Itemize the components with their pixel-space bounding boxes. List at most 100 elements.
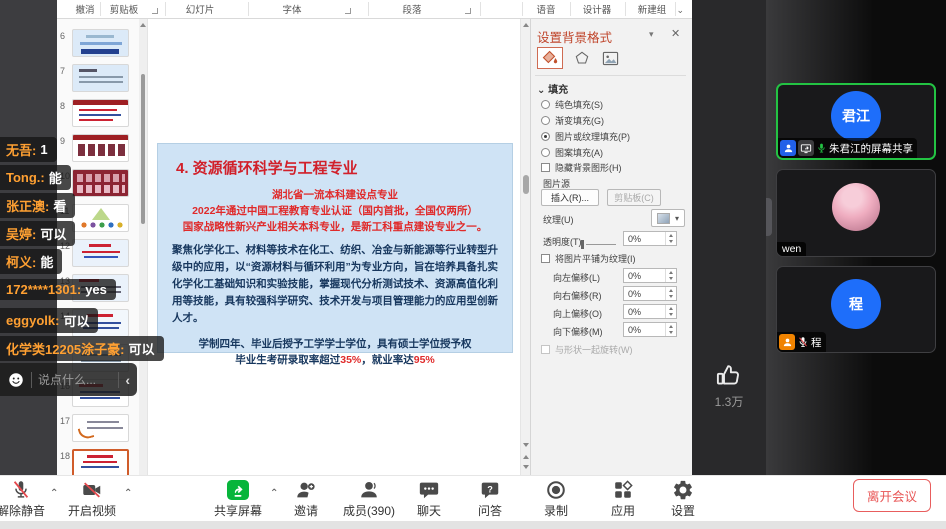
close-icon[interactable]: ✕: [671, 27, 680, 40]
toolbar-members[interactable]: 成员(390): [343, 479, 395, 519]
radio-solid-fill[interactable]: 纯色填充(S): [541, 98, 603, 111]
radio-label: 纯色填充(S): [555, 98, 603, 111]
slide-thumbnail[interactable]: [72, 239, 129, 267]
spinner-icon[interactable]: [665, 305, 676, 318]
radio-picture-fill[interactable]: 图片或纹理填充(P): [541, 130, 630, 143]
paint-bucket-icon: [541, 49, 559, 67]
transparency-slider[interactable]: [581, 240, 617, 249]
chevron-up-icon[interactable]: ⌃: [50, 488, 58, 499]
slide-thumbnail[interactable]: [72, 29, 129, 57]
scroll-up-icon[interactable]: [523, 23, 529, 27]
slide-canvas[interactable]: 4. 资源循环科学与工程专业 湖北省一流本科建设点专业 2022年通过中国工程教…: [148, 19, 520, 475]
fill-section-header[interactable]: ⌄ 填充: [537, 81, 568, 96]
like-widget[interactable]: 1.3万: [697, 362, 761, 410]
toolbar-unmute[interactable]: 解除静音: [0, 479, 45, 519]
previous-slide-icon[interactable]: [523, 455, 529, 459]
mic-muted-icon: [10, 479, 32, 501]
offset-down-input[interactable]: 0%: [623, 322, 677, 337]
screen-share-badge-icon: [798, 140, 814, 156]
offset-right-input[interactable]: 0%: [623, 286, 677, 301]
slide-thumbnail-selected[interactable]: [72, 449, 129, 475]
chevron-up-icon[interactable]: ⌃: [270, 488, 278, 499]
checkbox-hide-background[interactable]: 隐藏背景图形(H): [541, 161, 622, 174]
spinner-icon[interactable]: [665, 232, 676, 245]
leave-meeting-button[interactable]: 离开会议: [853, 479, 931, 512]
toolbar-settings[interactable]: 设置: [671, 479, 695, 519]
record-icon: [545, 479, 567, 501]
radio-label: 渐变填充(G): [555, 114, 604, 127]
chat-message: Tong.:能: [0, 165, 71, 190]
spinner-icon[interactable]: [665, 269, 676, 282]
toolbar-chat[interactable]: 聊天: [417, 479, 441, 519]
slide-footer-line: 学制四年、毕业后授予工学学士学位，具有硕士学位授予权: [172, 336, 498, 352]
toolbar-label: 应用: [611, 502, 635, 519]
question-bubble-icon: ?: [479, 479, 501, 501]
fill-tab[interactable]: [537, 47, 563, 69]
host-badge-icon: [780, 140, 796, 156]
chat-message: 柯义:能: [0, 249, 62, 274]
spinner-icon[interactable]: [665, 323, 676, 336]
offset-up-label: 向上偏移(O): [553, 307, 602, 320]
chat-sender: 化学类12205涂子豪:: [6, 339, 124, 358]
checkbox-label: 与形状一起旋转(W): [555, 343, 633, 356]
sidebar-collapse-handle[interactable]: [766, 198, 772, 236]
participant-tile[interactable]: 程 程: [776, 266, 936, 353]
picture-tab[interactable]: [597, 47, 623, 69]
bottom-edge-strip: [0, 521, 946, 529]
toolbar-invite[interactable]: 邀请: [294, 479, 318, 519]
texture-dropdown[interactable]: ▾: [651, 209, 685, 227]
slide-thumbnail[interactable]: [72, 169, 129, 197]
toolbar-share-screen[interactable]: 共享屏幕: [214, 479, 262, 519]
ribbon-collapse-icon[interactable]: ⌄: [676, 5, 684, 16]
next-slide-icon[interactable]: [523, 465, 529, 469]
slide-number: 6: [60, 31, 65, 41]
chat-collapse-icon[interactable]: ‹: [125, 372, 130, 388]
toolbar-apps[interactable]: 应用: [611, 479, 635, 519]
slide-thumbnail[interactable]: [72, 134, 129, 162]
toolbar-record[interactable]: 录制: [544, 479, 568, 519]
checkbox-label: 将图片平铺为纹理(I): [555, 252, 636, 265]
slide-area-scrollbar[interactable]: [520, 19, 530, 475]
dialog-launcher-icon[interactable]: [465, 8, 471, 14]
radio-gradient-fill[interactable]: 渐变填充(G): [541, 114, 604, 127]
panel-options-icon[interactable]: ▾: [649, 29, 654, 40]
transparency-label: 透明度(T): [543, 235, 582, 248]
scroll-up-icon[interactable]: [140, 23, 146, 27]
slide-thumbnail[interactable]: [72, 204, 129, 232]
meeting-video-sidebar: 君江 朱君江的屏幕共享 wen 程 程: [766, 0, 946, 475]
slide-thumbnail[interactable]: [72, 99, 129, 127]
toolbar-label: 录制: [544, 502, 568, 519]
scroll-down-icon[interactable]: [523, 443, 529, 447]
slide-thumbnail[interactable]: [72, 414, 129, 442]
scrollbar-thumb[interactable]: [523, 175, 529, 194]
effects-tab[interactable]: [569, 47, 595, 69]
checkbox-tile-picture[interactable]: 将图片平铺为纹理(I): [541, 252, 636, 265]
toolbar-start-video[interactable]: 开启视频: [68, 479, 116, 519]
gear-icon: [672, 479, 694, 501]
participant-tile[interactable]: wen: [776, 169, 936, 257]
offset-left-input[interactable]: 0%: [623, 268, 677, 283]
svg-text:?: ?: [487, 484, 493, 494]
slide-thumbnail[interactable]: [72, 64, 129, 92]
thumbnails-scrollbar[interactable]: [139, 19, 147, 475]
chevron-up-icon[interactable]: ⌃: [124, 488, 132, 499]
radio-pattern-fill[interactable]: 图案填充(A): [541, 146, 603, 159]
dialog-launcher-icon[interactable]: [152, 8, 158, 14]
participant-tile-sharing[interactable]: 君江 朱君江的屏幕共享: [776, 83, 936, 160]
clipboard-button[interactable]: 剪贴板(C): [607, 189, 661, 206]
transparency-input[interactable]: 0%: [623, 231, 677, 246]
insert-picture-button[interactable]: 插入(R)...: [541, 189, 599, 206]
scrollbar-thumb[interactable]: [141, 74, 145, 224]
offset-down-label: 向下偏移(M): [553, 325, 603, 338]
slider-handle[interactable]: [581, 240, 584, 249]
pentagon-icon: [574, 50, 590, 66]
chat-input-bar[interactable]: 说点什么... ‹: [0, 363, 137, 396]
chat-input-placeholder[interactable]: 说点什么...: [38, 371, 112, 388]
chat-text: 能: [40, 252, 53, 271]
toolbar-qa[interactable]: ? 问答: [478, 479, 502, 519]
chat-message: 吴婷:可以: [0, 221, 75, 246]
dialog-launcher-icon[interactable]: [345, 8, 351, 14]
emoji-icon[interactable]: [7, 371, 25, 389]
spinner-icon[interactable]: [665, 287, 676, 300]
offset-up-input[interactable]: 0%: [623, 304, 677, 319]
